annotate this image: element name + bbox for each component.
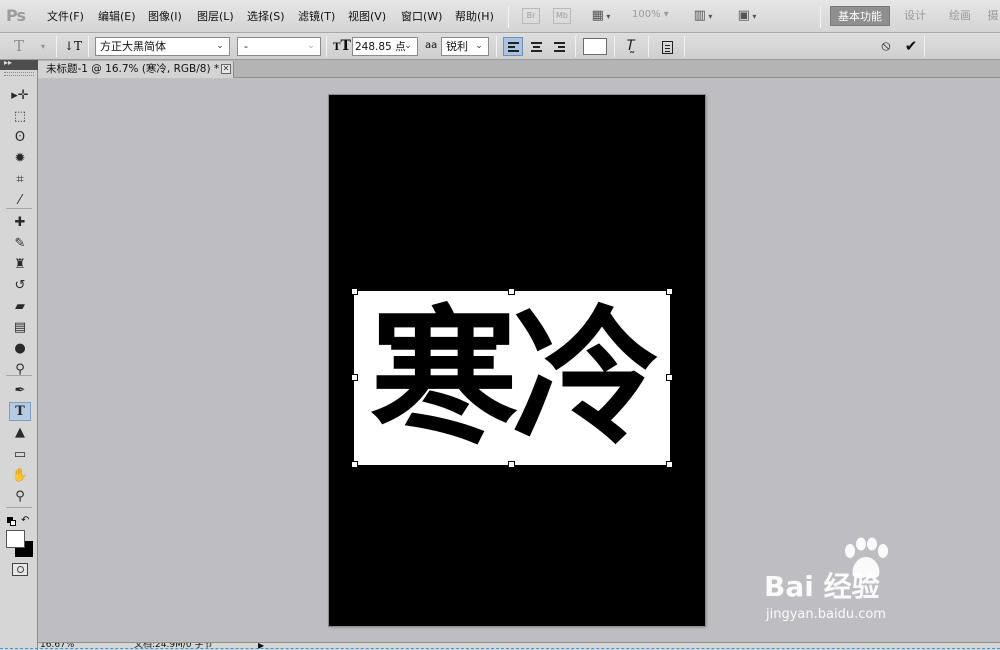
spot-healing-tool-icon[interactable]: ✚ [9,213,31,232]
rectangle-tool-icon[interactable]: ▭ [9,445,31,464]
dodge-tool-icon[interactable]: ⚲ [9,360,31,379]
eraser-tool-icon[interactable]: ▰ [9,297,31,316]
antialias-select[interactable]: 锐利 ⌄ [441,37,489,56]
screen-mode-icon[interactable]: ▣ ▾ [732,6,762,26]
zoom-level-readout[interactable]: 100% ▾ [632,9,669,20]
text-layer-box[interactable]: 寒冷 [354,291,670,465]
workspace-design-button[interactable]: 设计 [898,6,932,26]
foreground-color-swatch[interactable] [6,530,25,548]
bridge-button[interactable]: Br [522,8,540,24]
watermark-url-text: jingyan.baidu.com [766,607,886,622]
menu-image[interactable]: 图像(I) [148,9,182,25]
workspace-photography-button[interactable]: 摄 [986,6,1000,26]
transform-handle[interactable] [351,374,358,381]
font-style-value: - [244,40,248,53]
menu-filter[interactable]: 滤镜(T) [298,9,335,25]
transform-handle[interactable] [351,288,358,295]
default-colors-icon[interactable] [7,517,17,527]
lasso-tool-icon[interactable]: ʘ [9,128,31,147]
font-size-value: 248.85 点 [355,41,406,53]
cancel-edits-icon[interactable]: ⦸ [877,37,895,56]
chevron-down-icon: ⌄ [475,41,483,51]
photoshop-logo: Ps [6,6,26,25]
menu-select[interactable]: 选择(S) [247,9,285,25]
brush-tool-icon[interactable]: ✎ [9,234,31,253]
antialias-icon: aa [425,40,438,51]
align-center-button[interactable] [526,37,546,56]
arrange-documents-icon[interactable]: ▥ ▾ [688,6,718,26]
options-bar: T ▾ ↓T 方正大黑简体 ⌄ - ⌄ TT 248.85 点 ⌄ aa 锐利 ⌄… [0,33,1000,60]
tools-panel-header[interactable]: ▸▸ [0,58,38,70]
antialias-value: 锐利 [446,40,468,53]
menu-file[interactable]: 文件(F) [47,9,84,25]
font-family-select[interactable]: 方正大黑简体 ⌄ [95,37,230,56]
watermark-brand-text: Bai 经验 [764,570,880,603]
chevron-down-icon: ⌄ [404,41,412,51]
type-tool-icon[interactable]: T [9,402,31,421]
chevron-down-icon: ⌄ [216,41,224,51]
transform-handle[interactable] [666,461,673,468]
history-brush-tool-icon[interactable]: ↺ [9,276,31,295]
menu-edit[interactable]: 编辑(E) [98,9,136,25]
font-size-icon: TT [333,38,351,54]
text-orientation-icon[interactable]: ↓T [64,37,82,55]
pen-tool-icon[interactable]: ✒ [9,381,31,400]
quick-mask-icon[interactable] [12,563,28,576]
hand-tool-icon[interactable]: ✋ [9,466,31,485]
menu-window[interactable]: 窗口(W) [401,9,442,25]
close-icon[interactable]: ✕ [221,64,231,74]
font-family-value: 方正大黑简体 [100,40,166,53]
tool-preset-picker[interactable]: T ▾ [14,36,50,57]
document-tab[interactable]: 未标题-1 @ 16.7% (寒冷, RGB/8) * ✕ [38,61,234,78]
move-tool-icon[interactable]: ▸✛ [9,86,31,105]
font-size-select[interactable]: 248.85 点 ⌄ [352,37,418,56]
transform-handle[interactable] [508,461,515,468]
menu-view[interactable]: 视图(V) [348,9,386,25]
commit-edits-icon[interactable]: ✔ [902,37,920,56]
align-left-button[interactable] [503,37,523,56]
marquee-tool-icon[interactable]: ⬚ [9,107,31,126]
view-extras-icon[interactable]: ▦ ▾ [586,6,616,26]
tools-panel: ▸▸ ▸✛ ⬚ ʘ ✹ ⌗ ⁄ ✚ ✎ ♜ ↺ ▰ ▤ ● ⚲ ✒ T ▲ ▭ ✋ ⚲ ↶ [0,58,38,650]
clone-stamp-tool-icon[interactable]: ♜ [9,255,31,274]
canvas-text[interactable]: 寒冷 [354,291,670,465]
chevron-down-icon: ⌄ [307,41,315,51]
transform-handle[interactable] [666,374,673,381]
align-right-button[interactable] [549,37,569,56]
document-tab-bar: 未标题-1 @ 16.7% (寒冷, RGB/8) * ✕ [38,60,1000,78]
gradient-tool-icon[interactable]: ▤ [9,318,31,337]
warp-text-icon[interactable]: 𝑇̰ [621,37,641,56]
text-color-swatch[interactable] [583,38,607,55]
quick-selection-tool-icon[interactable]: ✹ [9,149,31,168]
menu-layer[interactable]: 图层(L) [197,9,234,25]
crop-tool-icon[interactable]: ⌗ [9,170,31,189]
workspace-painting-button[interactable]: 绘画 [940,6,980,26]
swap-colors-icon[interactable]: ↶ [21,515,29,526]
transform-handle[interactable] [666,288,673,295]
tools-panel-grip[interactable] [4,72,34,76]
mini-bridge-button[interactable]: Mb [553,8,571,24]
menu-help[interactable]: 帮助(H) [455,9,494,25]
zoom-tool-icon[interactable]: ⚲ [9,487,31,506]
document-tab-title: 未标题-1 @ 16.7% (寒冷, RGB/8) * [46,63,220,75]
path-selection-tool-icon[interactable]: ▲ [9,423,31,442]
transform-handle[interactable] [508,288,515,295]
workspace-essentials-button[interactable]: 基本功能 [830,6,890,26]
transform-handle[interactable] [351,461,358,468]
baidu-jingyan-watermark: Bai 经验 jingyan.baidu.com [762,537,952,627]
blur-tool-icon[interactable]: ● [9,339,31,358]
font-style-select[interactable]: - ⌄ [237,37,321,56]
menu-bar: Ps 文件(F) 编辑(E) 图像(I) 图层(L) 选择(S) 滤镜(T) 视… [0,0,1000,33]
character-panel-icon[interactable] [657,37,677,56]
